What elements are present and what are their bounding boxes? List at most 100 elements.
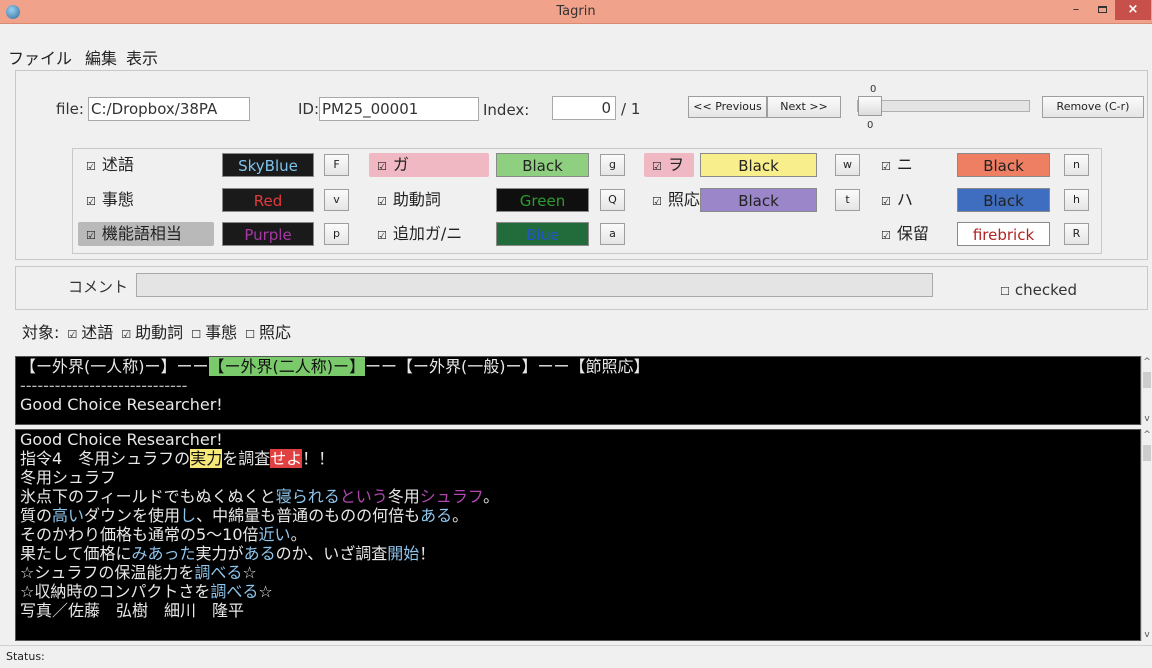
key-button-r[interactable]: R — [1064, 223, 1089, 245]
scroll-down-icon[interactable]: v — [1142, 629, 1152, 641]
minimize-button[interactable]: – — [1063, 0, 1089, 20]
tagged-span[interactable]: 調べる — [210, 582, 258, 601]
key-button-g[interactable]: g — [600, 154, 625, 176]
scroll-down-icon[interactable]: v — [1142, 413, 1152, 425]
candidate-scrollbar[interactable]: ^ v — [1141, 356, 1152, 425]
target-item-jodoushi[interactable]: 助動詞 — [135, 323, 183, 342]
checkbox-icon[interactable]: ☐ — [191, 328, 201, 341]
menu-bar: ファイル 編集 表示 — [0, 41, 1152, 69]
tagged-span[interactable]: ある — [244, 544, 276, 563]
color-swatch-black-ni[interactable]: Black — [957, 153, 1050, 177]
target-item-shouou[interactable]: 照応 — [259, 323, 291, 342]
checkbox-icon: ☑ — [86, 229, 96, 242]
tag-ga[interactable]: ☑ ガ — [369, 153, 489, 177]
color-swatch-black-wo[interactable]: Black — [700, 153, 817, 177]
menu-edit[interactable]: 編集 — [85, 45, 117, 69]
tag-jitai[interactable]: ☑ 事態 — [78, 188, 214, 212]
file-label: file: — [56, 100, 84, 118]
key-button-a[interactable]: a — [600, 223, 625, 245]
document-pane[interactable]: Good Choice Researcher! 指令4 冬用シュラフの実力を調査… — [15, 429, 1141, 641]
target-item-jitai[interactable]: 事態 — [205, 323, 237, 342]
tagged-span[interactable]: 近い — [259, 525, 291, 544]
tagged-span[interactable]: 調べる — [194, 563, 242, 582]
menu-file[interactable]: ファイル — [8, 45, 72, 69]
next-button[interactable]: Next >> — [767, 96, 841, 118]
index-slider-thumb[interactable] — [858, 96, 882, 116]
candidate-seg[interactable]: 【ー外界(一人称)ー】ーー — [20, 357, 209, 376]
file-path-field[interactable]: C:/Dropbox/38PA — [88, 97, 250, 121]
key-button-q[interactable]: Q — [600, 189, 625, 211]
target-item-jutsugo[interactable]: 述語 — [81, 323, 113, 342]
checked-checkbox[interactable]: ☐ checked — [1000, 281, 1077, 299]
tag-kinougo[interactable]: ☑ 機能語相当 — [78, 222, 214, 246]
tagged-span[interactable]: という — [340, 487, 388, 506]
tag-tsuika-ga-ni[interactable]: ☑ 追加ガ/ニ — [369, 222, 489, 246]
scroll-thumb[interactable] — [1143, 372, 1151, 388]
tag-jodoushi[interactable]: ☑ 助動詞 — [369, 188, 489, 212]
candidate-seg-selected[interactable]: 【ー外界(二人称)ー】 — [208, 357, 365, 376]
index-total: / 1 — [621, 100, 641, 118]
key-button-h[interactable]: h — [1064, 189, 1089, 211]
scroll-up-icon[interactable]: ^ — [1142, 429, 1152, 441]
color-swatch-black-ga[interactable]: Black — [496, 153, 589, 177]
text-span: ダウンを使用 — [84, 506, 181, 525]
tag-shouou[interactable]: ☑ 照応 — [644, 188, 700, 212]
tagged-span[interactable]: シュラフ — [420, 487, 483, 506]
text-span: 質の — [20, 506, 53, 525]
text-line: そのかわり価格も通常の5〜10倍近い。 — [16, 525, 1140, 544]
tag-ni[interactable]: ☑ ニ — [873, 153, 953, 177]
key-button-n[interactable]: n — [1064, 154, 1089, 176]
color-swatch-skyblue[interactable]: SkyBlue — [222, 153, 314, 177]
id-field[interactable]: PM25_00001 — [319, 97, 479, 121]
tag-label: 保留 — [896, 224, 929, 243]
tagged-span[interactable]: 実力 — [190, 449, 223, 468]
tag-horyuu[interactable]: ☑ 保留 — [873, 222, 953, 246]
tagged-span[interactable]: 開始 — [387, 544, 419, 563]
tag-wo[interactable]: ☑ ヲ — [644, 153, 694, 177]
menu-view[interactable]: 表示 — [126, 45, 158, 69]
tag-label: 照応 — [667, 190, 700, 209]
scroll-thumb[interactable] — [1143, 445, 1151, 461]
color-swatch-black-shouou[interactable]: Black — [700, 188, 817, 212]
checkbox-icon[interactable]: ☐ — [245, 328, 255, 341]
index-slider-track[interactable] — [857, 100, 1030, 112]
tagged-span[interactable]: 高い — [52, 506, 84, 525]
checkbox-icon[interactable]: ☑ — [67, 328, 77, 341]
tagged-span[interactable]: せよ — [270, 449, 303, 468]
tag-ha[interactable]: ☑ ハ — [873, 188, 953, 212]
color-swatch-red[interactable]: Red — [222, 188, 314, 212]
text-span: ！！ — [302, 449, 335, 468]
text-span: 指令4 冬用シュラフの — [20, 449, 191, 468]
tagged-span[interactable]: し — [180, 506, 196, 525]
close-button[interactable]: × — [1115, 0, 1151, 20]
comment-input[interactable] — [136, 273, 933, 297]
tagged-span[interactable]: 寝られる — [276, 487, 340, 506]
index-field[interactable]: 0 — [552, 96, 616, 120]
tag-jutsugo[interactable]: ☑ 述語 — [78, 153, 214, 177]
scroll-up-icon[interactable]: ^ — [1142, 356, 1152, 368]
color-swatch-black-ha[interactable]: Black — [957, 188, 1050, 212]
tagged-span[interactable]: ある — [420, 506, 452, 525]
target-label: 対象: — [22, 323, 60, 342]
candidate-seg[interactable]: ーー【ー外界(一般)ー】ーー【節照応】 — [365, 357, 650, 376]
target-filter: 対象: ☑ 述語 ☑ 助動詞 ☐ 事態 ☐ 照応 — [22, 319, 291, 343]
checkbox-icon[interactable]: ☑ — [121, 328, 131, 341]
text-span: 。 — [290, 525, 307, 544]
color-swatch-green[interactable]: Green — [496, 188, 589, 212]
color-swatch-firebrick[interactable]: firebrick — [957, 222, 1050, 246]
key-button-t[interactable]: t — [835, 189, 860, 211]
tagged-span[interactable]: みあった — [132, 544, 196, 563]
candidate-pane[interactable]: 【ー外界(一人称)ー】ーー【ー外界(二人称)ー】ーー【ー外界(一般)ー】ーー【節… — [15, 356, 1141, 425]
key-button-w[interactable]: w — [835, 154, 860, 176]
key-button-v[interactable]: v — [324, 189, 349, 211]
previous-button[interactable]: << Previous — [688, 96, 767, 118]
tag-label: 事態 — [101, 190, 134, 209]
color-swatch-purple[interactable]: Purple — [222, 222, 314, 246]
key-button-f[interactable]: F — [324, 154, 349, 176]
checkbox-icon: ☑ — [652, 160, 662, 173]
key-button-p[interactable]: p — [324, 223, 349, 245]
color-swatch-blue[interactable]: Blue — [496, 222, 589, 246]
maximize-button[interactable] — [1089, 0, 1115, 20]
document-scrollbar[interactable]: ^ v — [1141, 429, 1152, 641]
remove-button[interactable]: Remove (C-r) — [1042, 96, 1144, 118]
